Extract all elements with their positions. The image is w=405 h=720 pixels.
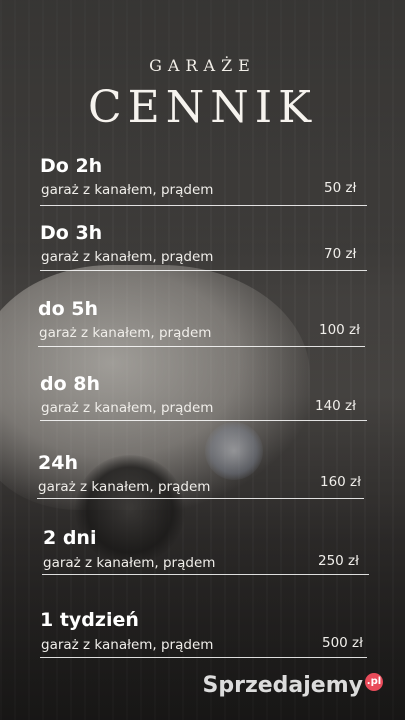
item-price: 100 zł (319, 322, 360, 338)
divider (40, 420, 367, 421)
item-description: garaż z kanałem, prądem (43, 555, 216, 571)
sprzedajemy-watermark: Sprzedajemy .pl (202, 673, 383, 698)
item-price: 50 zł (324, 180, 357, 196)
item-name: 2 dni (43, 527, 97, 549)
divider (37, 498, 364, 499)
divider (40, 205, 367, 206)
brand-name: GARAŻE (149, 56, 256, 75)
item-name: 24h (38, 452, 78, 474)
watermark-text: Sprzedajemy (202, 673, 364, 698)
item-price: 250 zł (318, 553, 359, 569)
item-price: 160 zł (320, 474, 361, 490)
item-description: garaż z kanałem, prądem (39, 325, 212, 341)
item-description: garaż z kanałem, prądem (41, 249, 214, 265)
item-description: garaż z kanałem, prądem (38, 479, 211, 495)
item-name: Do 3h (40, 222, 103, 244)
item-price: 70 zł (324, 246, 357, 262)
item-price: 140 zł (315, 398, 356, 414)
item-name: do 8h (40, 373, 101, 395)
divider (40, 270, 367, 271)
watermark-suffix-badge: .pl (365, 673, 383, 691)
item-description: garaż z kanałem, prądem (41, 400, 214, 416)
divider (42, 574, 369, 575)
item-description: garaż z kanałem, prądem (41, 182, 214, 198)
item-name: Do 2h (40, 155, 103, 177)
item-description: garaż z kanałem, prądem (41, 637, 214, 653)
page-title: CENNIK (87, 82, 318, 133)
divider (40, 657, 367, 658)
divider (38, 346, 365, 347)
pricelist-poster: GARAŻE CENNIK Do 2h garaż z kanałem, prą… (0, 0, 405, 720)
item-price: 500 zł (322, 635, 363, 651)
item-name: do 5h (38, 298, 99, 320)
item-name: 1 tydzień (40, 609, 139, 631)
